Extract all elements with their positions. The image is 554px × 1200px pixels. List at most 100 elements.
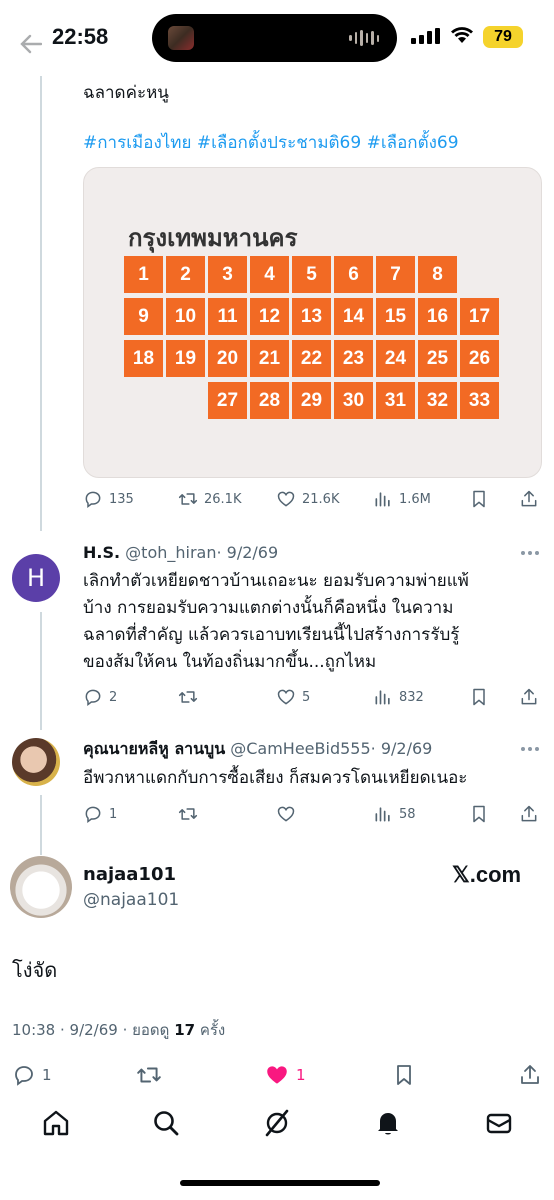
- views-button[interactable]: 832: [373, 686, 424, 708]
- display-name[interactable]: H.S.: [83, 543, 120, 562]
- avatar[interactable]: H: [12, 554, 60, 602]
- district-tile: 9: [124, 298, 163, 335]
- tweet-line: ของส้มให้คน ในท้องถิ่นมากขึ้น...ถูกไหม: [83, 652, 377, 672]
- views-button[interactable]: 1.6M: [373, 488, 431, 510]
- more-options-icon[interactable]: [521, 551, 541, 557]
- like-count: 5: [302, 689, 311, 705]
- district-tile: 20: [208, 340, 247, 377]
- reply-icon: [85, 491, 101, 508]
- district-tile: 15: [376, 298, 415, 335]
- retweet-icon: [178, 808, 198, 820]
- wifi-icon: [451, 27, 473, 43]
- share-icon: [521, 805, 537, 822]
- reply-button[interactable]: 1: [83, 803, 117, 825]
- reply-icon: [85, 689, 101, 706]
- bookmark-button[interactable]: [469, 803, 489, 825]
- district-tile: 3: [208, 256, 247, 293]
- user-handle[interactable]: @najaa101: [83, 890, 179, 910]
- avatar[interactable]: [12, 738, 60, 786]
- hashtag-links[interactable]: #การเมืองไทย #เลือกตั้งประชามติ69 #เลือก…: [83, 130, 459, 157]
- district-tile: 13: [292, 298, 331, 335]
- reply-button[interactable]: 2: [83, 686, 117, 708]
- district-tile: 6: [334, 256, 373, 293]
- more-options-icon[interactable]: [521, 747, 541, 753]
- tweet-date: · 9/2/69: [370, 739, 433, 758]
- district-tile: 11: [208, 298, 247, 335]
- image-title: กรุงเทพมหานคร: [128, 224, 298, 252]
- reply-icon: [15, 1066, 33, 1086]
- bottom-tab-bar: [0, 1100, 554, 1160]
- share-button[interactable]: [519, 686, 539, 708]
- reply-count: 135: [109, 491, 134, 507]
- view-count: 1.6M: [399, 491, 431, 507]
- retweet-icon: [178, 493, 198, 505]
- retweet-button[interactable]: [178, 686, 198, 708]
- district-tile: 10: [166, 298, 205, 335]
- bookmark-button[interactable]: [469, 686, 489, 708]
- heart-icon: [277, 491, 295, 507]
- like-button[interactable]: [276, 803, 296, 825]
- district-tile: 18: [124, 340, 163, 377]
- source-label: 𝕏.com: [452, 862, 522, 887]
- bookmark-icon: [473, 490, 485, 508]
- like-button[interactable]: 5: [276, 686, 310, 708]
- reply-button[interactable]: 1: [12, 1064, 52, 1086]
- district-tile: 24: [376, 340, 415, 377]
- user-handle[interactable]: @CamHeeBid555: [230, 739, 370, 758]
- search-icon[interactable]: [151, 1108, 181, 1138]
- tweet-text: ฉลาดค่ะหนู: [83, 83, 169, 103]
- district-tile: 33: [460, 382, 499, 419]
- dynamic-island: [152, 14, 397, 62]
- retweet-button[interactable]: [178, 803, 198, 825]
- district-tile: 1: [124, 256, 163, 293]
- retweet-button[interactable]: 26.1K: [178, 488, 241, 510]
- grok-icon[interactable]: [262, 1108, 292, 1138]
- audio-wave-icon: [349, 29, 379, 47]
- messages-icon[interactable]: [484, 1108, 514, 1138]
- district-tile: 27: [208, 382, 247, 419]
- district-tile: 23: [334, 340, 373, 377]
- district-tile: 5: [292, 256, 331, 293]
- district-tile: 21: [250, 340, 289, 377]
- thread-line: [40, 612, 42, 730]
- views-button[interactable]: 58: [373, 803, 416, 825]
- tweet-meta: 10:38 · 9/2/69 · ยอดดู 17 ครั้ง: [12, 1018, 225, 1042]
- views-icon: [375, 690, 390, 705]
- thread-line: [40, 76, 42, 531]
- notifications-icon[interactable]: [373, 1108, 403, 1138]
- retweet-button[interactable]: [136, 1064, 162, 1086]
- tweet-text: อีพวกหาแดกกับการซื้อเสียง ก็สมควรโดนเหยี…: [83, 768, 468, 788]
- share-button[interactable]: [518, 1064, 542, 1086]
- share-button[interactable]: [519, 803, 539, 825]
- reply-count: 1: [42, 1066, 52, 1084]
- district-tile: 26: [460, 340, 499, 377]
- reply-button[interactable]: 135: [83, 488, 134, 510]
- retweet-count: 26.1K: [204, 491, 242, 507]
- display-name[interactable]: คุณนายหลีหู ลานบูน: [83, 739, 225, 758]
- tweet-line: เลิกทำตัวเหยียดชาวบ้านเถอะนะ ยอมรับความพ…: [83, 571, 469, 591]
- avatar[interactable]: [10, 856, 72, 918]
- home-indicator: [180, 1180, 380, 1186]
- like-button[interactable]: 21.6K: [276, 488, 339, 510]
- like-button[interactable]: 1: [264, 1064, 306, 1086]
- user-handle[interactable]: @toh_hiran: [125, 543, 216, 562]
- tweet-line: ฉลาดที่สำคัญ แล้วควรเอาบทเรียนนี้ไปสร้าง…: [83, 625, 460, 645]
- home-icon[interactable]: [41, 1108, 71, 1138]
- district-tile: 19: [166, 340, 205, 377]
- reply-count: 2: [109, 689, 118, 705]
- back-arrow-icon[interactable]: [20, 34, 42, 54]
- share-icon: [521, 1065, 539, 1084]
- district-tile: 12: [250, 298, 289, 335]
- clock: 22:58: [52, 24, 109, 49]
- bookmark-button[interactable]: [392, 1064, 416, 1086]
- display-name[interactable]: najaa101: [83, 864, 176, 885]
- cellular-signal-icon: [411, 28, 440, 44]
- district-tile: 22: [292, 340, 331, 377]
- thread-line: [40, 795, 42, 855]
- district-tile: 14: [334, 298, 373, 335]
- bookmark-button[interactable]: [469, 488, 489, 510]
- tweet-image[interactable]: กรุงเทพมหานคร 1 2 3 4 5 6 7 8 9 10 11 12 13 14 15 16 17 1…: [83, 167, 542, 478]
- tweet-text: เลิกทำตัวเหยียดชาวบ้านเถอะนะ ยอมรับความพ…: [83, 568, 545, 676]
- share-button[interactable]: [519, 488, 539, 510]
- view-count: 58: [399, 806, 416, 822]
